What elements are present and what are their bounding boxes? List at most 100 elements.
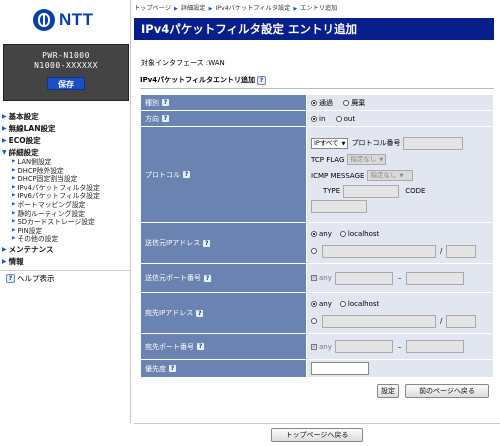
dst-ip-any-radio[interactable] — [311, 301, 317, 307]
triangle-right-icon: ▶ — [2, 136, 7, 144]
dst-ip-address-radio[interactable] — [311, 318, 317, 324]
help-icon[interactable]: ? — [202, 238, 212, 248]
dst-ip-localhost-label: localhost — [347, 300, 380, 308]
nav-sub-other[interactable]: ▶ その他の設定 — [0, 235, 131, 244]
nav-advanced[interactable]: ▼ 詳細設定 — [0, 146, 131, 158]
help-icon[interactable]: ? — [161, 114, 170, 123]
nav-sub-label: DHCP固定割当設定 — [17, 175, 78, 184]
nav-sub-sd-storage[interactable]: ▶ SDカードストレージ設定 — [0, 218, 131, 227]
triangle-right-icon: ▶ — [2, 124, 7, 132]
protocol-select[interactable]: IPすべて ▼ — [311, 137, 349, 149]
tcp-flag-line: TCP FLAG 指定なし ▼ — [311, 152, 493, 168]
nav-maintenance[interactable]: ▶ メンテナンス — [0, 244, 131, 256]
type-pass-radio[interactable] — [311, 99, 317, 106]
row-direction: 方向? in out — [141, 111, 493, 126]
breadcrumb-top[interactable]: トップページ — [134, 5, 171, 12]
help-icon[interactable]: ? — [161, 98, 170, 107]
direction-value: in out — [307, 111, 493, 126]
chevron-down-icon: ▼ — [379, 157, 384, 163]
icmp-type-input[interactable] — [343, 184, 400, 198]
breadcrumb-separator-icon: ▶ — [293, 6, 298, 12]
tcp-flag-select[interactable]: 指定なし ▼ — [347, 154, 387, 165]
help-icon[interactable]: ? — [195, 308, 205, 318]
src-ip-address-input[interactable] — [322, 244, 436, 258]
nav-info[interactable]: ▶ 情報 — [0, 256, 131, 268]
src-ip-any-radio[interactable] — [311, 231, 317, 237]
help-icon[interactable]: ? — [182, 170, 191, 179]
src-ip-address-radio[interactable] — [311, 248, 317, 254]
dst-ip-mask-input[interactable] — [446, 314, 477, 328]
save-button[interactable]: 保存 — [47, 77, 85, 90]
icmp-label: ICMP MESSAGE — [311, 171, 365, 180]
nav-wireless[interactable]: ▶ 無線LAN設定 — [0, 122, 131, 134]
help-icon[interactable]: ? — [196, 342, 205, 351]
dst-port-value: ✓ any – — [307, 334, 493, 359]
src-ip-mask-input[interactable] — [446, 244, 477, 258]
icmp-code-label: CODE — [405, 187, 426, 195]
top-page-button[interactable]: トップページへ戻る — [271, 428, 363, 442]
nav-basic[interactable]: ▶ 基本設定 — [0, 110, 131, 122]
logo-text: NTT — [59, 10, 94, 29]
nav-sub-lan[interactable]: ▶ LAN側設定 — [0, 158, 131, 167]
tcp-flag-value: 指定なし — [350, 155, 377, 163]
priority-input[interactable] — [311, 362, 369, 375]
label-text: 種別 — [145, 98, 159, 107]
nav-sub-port-mapping[interactable]: ▶ ポートマッピング設定 — [0, 201, 131, 210]
breadcrumb-ipv4-filter[interactable]: IPv4パケットフィルタ設定 — [215, 5, 290, 12]
nav-sub-label: IPv6パケットフィルタ設定 — [17, 192, 100, 201]
sidebar: NTT PWR-N1000 N1000-XXXXXX 保存 ▶ 基本設定 ▶ 無線L… — [0, 0, 131, 423]
back-button[interactable]: 前のページへ戻る — [405, 384, 489, 398]
priority-label: 優先度? — [141, 360, 306, 377]
src-ip-options: any localhost — [311, 226, 493, 242]
icmp-select[interactable]: 指定なし ▼ — [367, 170, 414, 181]
dst-ip-address-input[interactable] — [322, 314, 436, 328]
help-link[interactable]: ? ヘルプ表示 — [0, 273, 131, 285]
dst-ip-localhost-radio[interactable] — [339, 301, 346, 307]
row-dst-ip: 宛先IPアドレス? any localhost / — [141, 293, 493, 333]
triangle-right-icon: ▶ — [12, 167, 16, 173]
src-ip-label: 送信元IPアドレス? — [141, 223, 306, 263]
help-icon[interactable]: ? — [257, 75, 267, 85]
row-type: 種別? 通過 廃棄 — [141, 95, 493, 110]
dst-port-label: 宛先ポート番号? — [141, 334, 306, 359]
src-port-start-input[interactable] — [334, 271, 393, 285]
nav-sub-dhcp-fixed[interactable]: ▶ DHCP固定割当設定 — [0, 175, 131, 184]
breadcrumb-advanced[interactable]: 詳細設定 — [181, 5, 206, 12]
help-icon[interactable]: ? — [203, 273, 212, 283]
triangle-right-icon: ▶ — [2, 246, 7, 254]
protocol-select-value: IPすべて — [314, 138, 339, 147]
nav-sub-label: LAN側設定 — [17, 158, 52, 166]
dst-port-start-input[interactable] — [334, 340, 393, 353]
triangle-right-icon: ▶ — [12, 219, 16, 225]
src-port-end-input[interactable] — [406, 271, 465, 285]
dst-port-any-checkbox[interactable]: ✓ — [311, 343, 317, 350]
help-icon[interactable]: ? — [168, 364, 177, 373]
nav-sub-ipv6-filter[interactable]: ▶ IPv6パケットフィルタ設定 — [0, 192, 131, 201]
src-port-any-checkbox[interactable]: ✓ — [311, 275, 317, 281]
dst-port-end-input[interactable] — [406, 340, 465, 353]
help-label: ヘルプ表示 — [17, 274, 55, 284]
src-ip-localhost-radio[interactable] — [339, 231, 346, 237]
type-discard-label: 廃棄 — [351, 98, 366, 107]
direction-label: 方向? — [141, 111, 306, 126]
set-button[interactable]: 設定 — [377, 384, 399, 398]
triangle-right-icon: ▶ — [2, 112, 7, 120]
type-discard-radio[interactable] — [343, 99, 350, 106]
direction-in-radio[interactable] — [311, 115, 317, 122]
protocol-number-input[interactable] — [403, 136, 464, 150]
nav-sub-static-routing[interactable]: ▶ 静的ルーティング設定 — [0, 210, 131, 219]
direction-out-radio[interactable] — [335, 115, 342, 122]
nav-sub-dhcp-exclude[interactable]: ▶ DHCP除外設定 — [0, 167, 131, 176]
icmp-code-input[interactable] — [311, 200, 367, 213]
row-src-port: 送信元ポート番号? ✓ any – — [141, 264, 493, 292]
nav-eco[interactable]: ▶ ECO設定 — [0, 134, 131, 146]
code-line — [311, 199, 493, 215]
breadcrumb: トップページ ▶ 詳細設定 ▶ IPv4パケットフィルタ設定 ▶ エントリ追加 — [134, 3, 337, 12]
dst-ip-label: 宛先IPアドレス? — [141, 293, 306, 333]
breadcrumb-separator-icon: ▶ — [174, 6, 178, 12]
section-title-text: IPv4パケットフィルタエントリ追加 — [140, 76, 256, 84]
type-label: 種別? — [141, 95, 306, 110]
filter-entry-form: 種別? 通過 廃棄 方向? in out プロトコル? IPすべて ▼ プロトコ… — [140, 94, 494, 378]
dst-ip-address-line: / — [311, 312, 493, 330]
slash-text: / — [440, 317, 443, 325]
